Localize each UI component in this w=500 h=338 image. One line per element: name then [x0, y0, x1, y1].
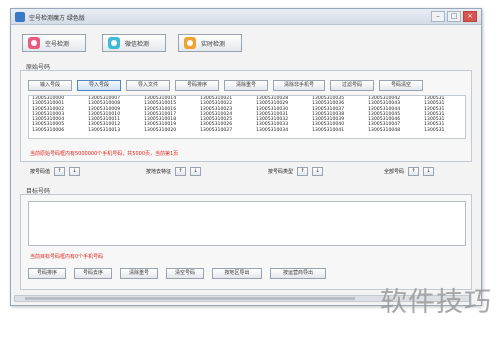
filter-by-value: 按号码值 ↑ ↓: [30, 167, 81, 176]
remove-non-mobile-button[interactable]: 清除非手机号: [273, 80, 325, 91]
wechat-check-label: 微信检测: [125, 40, 150, 48]
detection-toolbar: 空号检测 微信检测 实时检测: [22, 30, 478, 56]
chat-bubble-icon: [28, 37, 40, 49]
number-column: 1300531 1300531 1300531 1300531 1300531 13005…: [424, 96, 445, 133]
sort-all-asc-button[interactable]: ↑: [408, 167, 420, 176]
remove-duplicates-button[interactable]: 清除重号: [224, 80, 268, 91]
minimize-button[interactable]: –: [431, 11, 445, 22]
sort-type-asc-button[interactable]: ↑: [297, 167, 309, 176]
sort-all-desc-button[interactable]: ↓: [423, 167, 435, 176]
target-sort-button[interactable]: 号码排序: [28, 268, 66, 279]
maximize-button[interactable]: □: [447, 11, 461, 22]
scrollbar-thumb[interactable]: [25, 297, 355, 300]
window-title: 空号检测魔方 绿色版: [29, 15, 85, 22]
empty-number-check-button[interactable]: 空号检测: [22, 34, 86, 52]
wechat-check-button[interactable]: 微信检测: [102, 34, 166, 52]
close-button[interactable]: ×: [463, 11, 477, 22]
sort-value-asc-button[interactable]: ↑: [54, 167, 66, 176]
empty-number-check-label: 空号检测: [45, 40, 70, 48]
import-file-button[interactable]: 导入文件: [126, 80, 170, 91]
export-by-region-button[interactable]: 按地区导出: [212, 268, 262, 279]
filter-numbers-button[interactable]: 过滤号码: [330, 80, 374, 91]
number-column: 13005310007 13005310008 13005310009 1300531…: [88, 96, 121, 133]
target-button-row: 号码排序 号码去序 清除重号 清空号码 按地区导出 按运营商导出: [28, 268, 326, 279]
sort-numbers-button[interactable]: 号码排序: [175, 80, 219, 91]
sort-region-asc-button[interactable]: ↑: [175, 167, 187, 176]
filter-all-label: 全部号码: [384, 169, 405, 175]
number-column: 13005310042 13005310043 13005310044 1300531…: [368, 96, 401, 133]
filter-by-type: 按号码类型 ↑ ↓: [268, 167, 324, 176]
number-column: 13005310000 13005310001 13005310002 1300531…: [32, 96, 65, 133]
input-range-button[interactable]: 输入号段: [28, 80, 72, 91]
filter-all: 全部号码 ↑ ↓: [384, 167, 435, 176]
wechat-icon: [108, 37, 120, 49]
realtime-check-label: 实时检测: [201, 40, 226, 48]
number-column: 13005310021 13005310022 13005310023 1300531…: [200, 96, 233, 133]
source-status-text: 当前原始号码框内有5000000个手机号码，共5000页，当前第1页: [30, 151, 179, 157]
export-by-carrier-button[interactable]: 按运营商导出: [270, 268, 326, 279]
target-remove-duplicates-button[interactable]: 清除重号: [120, 268, 158, 279]
target-clear-button[interactable]: 清空号码: [166, 268, 204, 279]
target-number-list[interactable]: [28, 201, 466, 246]
sort-value-desc-button[interactable]: ↓: [69, 167, 81, 176]
filter-by-region-label: 按地去特征: [146, 169, 172, 175]
source-button-row: 输入号段 导入号段 导入文件 号码排序 清除重号 清除非手机号 过滤号码 号码清…: [28, 80, 423, 91]
number-column: 13005310035 13005310036 13005310037 1300531…: [312, 96, 345, 133]
filter-by-value-label: 按号码值: [30, 169, 51, 175]
number-column: 13005310028 13005310029 13005310030 1300531…: [256, 96, 289, 133]
watermark-text: 软件技巧: [380, 287, 492, 318]
realtime-icon: [184, 37, 196, 49]
sort-region-desc-button[interactable]: ↓: [190, 167, 202, 176]
title-bar: 空号检测魔方 绿色版 – □ ×: [11, 9, 481, 25]
filter-by-region: 按地去特征 ↑ ↓: [146, 167, 202, 176]
target-dedupe-order-button[interactable]: 号码去序: [74, 268, 112, 279]
filter-by-type-label: 按号码类型: [268, 169, 294, 175]
target-status-text: 当前目标号码框内有0个手机号码: [30, 254, 104, 260]
source-number-list[interactable]: 13005310000 13005310001 13005310002 1300531…: [28, 95, 466, 139]
sort-type-desc-button[interactable]: ↓: [312, 167, 324, 176]
number-column: 13005310014 13005310015 13005310016 1300531…: [144, 96, 177, 133]
clear-numbers-button[interactable]: 号码清空: [379, 80, 423, 91]
app-icon: [15, 12, 25, 22]
realtime-check-button[interactable]: 实时检测: [178, 34, 242, 52]
import-range-button[interactable]: 导入号段: [77, 80, 121, 91]
